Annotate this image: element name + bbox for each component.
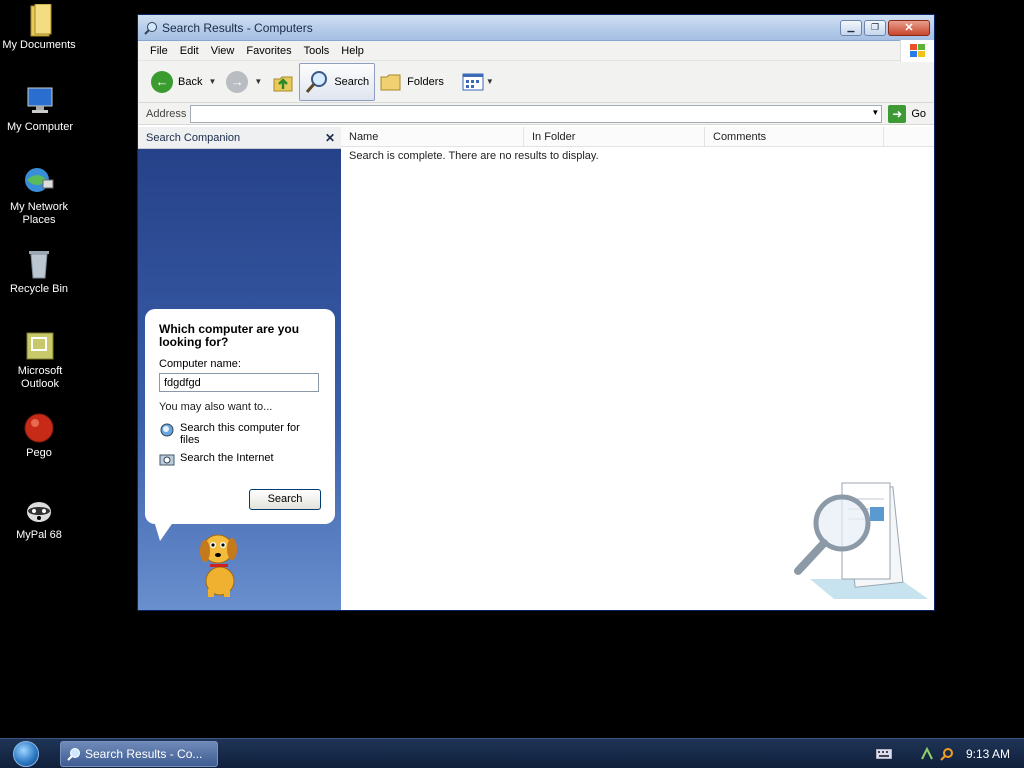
address-input[interactable]: ▼ [190,104,883,123]
close-button[interactable]: ✕ [888,19,930,36]
search-label: Search [334,75,370,88]
desktop-icon-label: My Network Places [9,201,69,226]
window-body: Search Companion ✕ Which computer are yo… [138,127,934,610]
search-files-link[interactable]: Search this computer for files [159,422,321,446]
search-results-window: Search Results - Computers ▁ ❐ ✕ File Ed… [137,14,935,611]
taskbar-item-label: Search Results - Co... [85,746,203,761]
minimize-button[interactable]: ▁ [840,19,862,36]
go-button[interactable]: ➜ Go [888,104,926,123]
search-companion-header: Search Companion ✕ [138,127,341,149]
pego-icon [23,412,55,444]
search-tray-icon[interactable] [940,747,954,761]
folders-label: Folders [407,75,444,88]
taskbar: Search Results - Co... 9:13 AM [0,738,1024,768]
desktop-icon-outlook[interactable]: Microsoft Outlook [1,330,79,391]
magnifier-icon [306,70,328,93]
folder-icon [23,3,55,37]
search-internet-icon [159,454,175,466]
outlook-icon [24,330,56,362]
search-icon [144,21,158,35]
search-icon [67,747,80,761]
menu-bar: File Edit View Favorites Tools Help [138,40,934,62]
menu-help[interactable]: Help [335,45,370,57]
desktop-icon-recycle-bin[interactable]: Recycle Bin [0,248,78,296]
computer-name-field[interactable] [159,373,319,392]
companion-search-button[interactable]: Search [249,489,321,510]
computer-icon [24,86,56,118]
mypal-icon [23,494,55,526]
folders-button[interactable]: Folders [375,63,449,101]
taskbar-item-search-results[interactable]: Search Results - Co... [60,740,218,767]
search-computer-icon [160,423,174,437]
go-label: Go [911,107,926,120]
system-tray: 9:13 AM [875,739,1024,768]
menu-edit[interactable]: Edit [174,45,205,57]
maximize-button[interactable]: ❐ [864,19,886,36]
column-header-name[interactable]: Name [341,127,524,146]
search-companion-title: Search Companion [146,131,241,144]
search-companion-pane: Search Companion ✕ Which computer are yo… [138,127,341,610]
search-files-label: Search this computer for files [180,422,300,446]
menu-file[interactable]: File [144,45,174,57]
desktop-icon-pego[interactable]: Pego [0,412,78,460]
close-icon[interactable]: ✕ [325,131,335,145]
search-bubble: Which computer are you looking for? Comp… [145,309,335,524]
search-dog-icon[interactable] [190,527,250,602]
desktop-icon-label: Microsoft Outlook [17,365,63,390]
search-internet-label: Search the Internet [180,452,274,464]
results-pane: Name In Folder Comments Search is comple… [341,127,934,610]
toolbar: ← Back ▼ → ▼ Search Folders ▼ [138,61,934,103]
address-bar: Address ▼ ➜ Go [138,103,934,125]
address-dropdown-icon[interactable]: ▼ [871,108,879,117]
forward-arrow-icon: → [226,70,249,93]
back-dropdown-icon[interactable]: ▼ [208,77,216,86]
bubble-tail [154,521,174,541]
back-button[interactable]: ← Back ▼ [146,63,221,101]
desktop-icon-mypal[interactable]: MyPal 68 [0,494,78,542]
window-title: Search Results - Computers [162,20,313,35]
column-header-in-folder[interactable]: In Folder [524,127,705,146]
menu-favorites[interactable]: Favorites [240,45,297,57]
desktop-icon-label: MyPal 68 [16,529,62,541]
address-label: Address [146,107,187,120]
title-bar[interactable]: Search Results - Computers ▁ ❐ ✕ [138,15,934,41]
desktop-icon-label: Pego [26,447,52,459]
results-column-headers: Name In Folder Comments [341,127,934,147]
up-folder-button[interactable] [267,63,299,101]
search-button[interactable]: Search [299,62,376,101]
column-header-comments[interactable]: Comments [705,127,884,146]
desktop-icon-network[interactable]: My Network Places [0,166,78,227]
menu-tools[interactable]: Tools [298,45,336,57]
search-question: Which computer are you looking for? [159,322,300,349]
views-button[interactable]: ▼ [457,63,499,101]
results-status-message: Search is complete. There are no results… [349,150,599,162]
keyboard-icon[interactable] [875,749,892,759]
start-orb-icon [13,740,39,767]
network-icon [23,166,55,198]
desktop-icon-my-computer[interactable]: My Computer [1,86,79,134]
back-label: Back [178,75,203,88]
search-document-illustration-icon [790,479,930,608]
views-dropdown-icon[interactable]: ▼ [486,77,494,86]
desktop-icon-label: Recycle Bin [9,283,69,295]
desktop-icon-label: My Documents [2,39,76,51]
computer-name-label: Computer name: [159,358,241,370]
start-button[interactable] [0,739,52,768]
also-text: You may also want to... [159,401,273,413]
back-arrow-icon: ← [151,70,173,93]
clock[interactable]: 9:13 AM [966,747,1010,761]
desktop-icon-label: My Computer [6,121,74,133]
menu-view[interactable]: View [205,45,241,57]
go-arrow-icon: ➜ [888,104,907,123]
up-folder-icon [273,76,293,91]
windows-logo-icon [900,40,934,62]
folders-icon [380,74,401,90]
network-tray-icon[interactable] [920,747,934,761]
search-internet-link[interactable]: Search the Internet [159,452,321,468]
views-icon [462,73,484,90]
desktop-icon-my-documents[interactable]: My Documents [0,3,78,52]
forward-button[interactable]: → ▼ [221,63,267,101]
forward-dropdown-icon[interactable]: ▼ [254,77,262,86]
recycle-bin-icon [23,248,55,280]
